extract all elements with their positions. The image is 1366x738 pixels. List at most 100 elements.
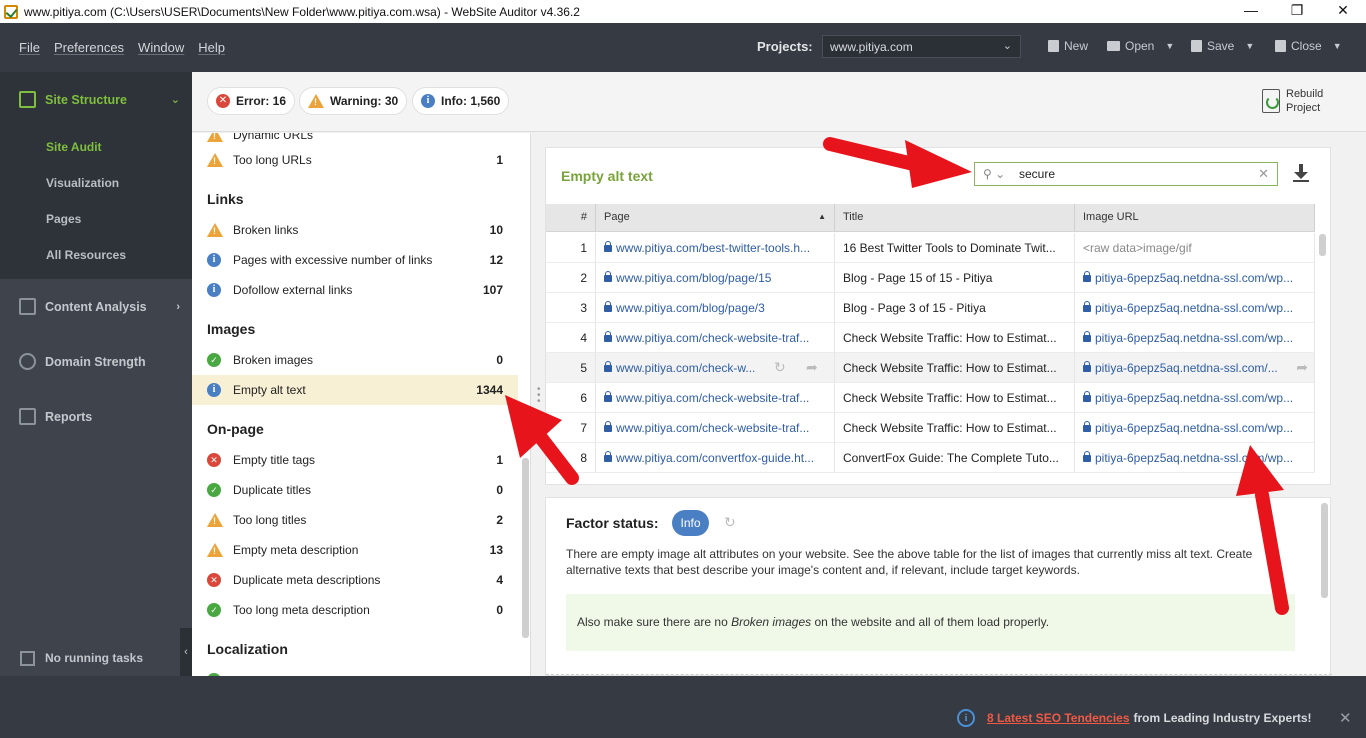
- list-item[interactable]: Duplicate titles 0: [192, 475, 518, 505]
- list-item[interactable]: Too long meta description 0: [192, 595, 518, 625]
- factor-scrollbar[interactable]: [1321, 503, 1328, 598]
- list-item[interactable]: Too long titles 2: [192, 505, 518, 535]
- info-icon: [421, 94, 435, 108]
- search-input[interactable]: [1019, 166, 1249, 182]
- sidebar-domain-strength[interactable]: Domain Strength: [0, 334, 192, 389]
- download-icon[interactable]: [1292, 164, 1310, 182]
- menu-help[interactable]: Help: [198, 40, 225, 55]
- page-link[interactable]: www.pitiya.com/check-website-traf...: [596, 383, 835, 412]
- sidebar-reports[interactable]: Reports: [0, 389, 192, 444]
- menu-file[interactable]: File: [19, 40, 40, 55]
- collapse-sidebar-button[interactable]: ‹: [180, 628, 192, 676]
- lock-icon: [1083, 361, 1091, 372]
- list-item[interactable]: Broken links 10: [192, 215, 518, 245]
- table-row[interactable]: 5 www.pitiya.com/check-w... ↻ ➦ Check Webs…: [546, 353, 1315, 383]
- new-button[interactable]: New: [1048, 39, 1088, 53]
- list-item[interactable]: Empty title tags 1: [192, 445, 518, 475]
- factor-status-title: Factor status:: [566, 515, 659, 531]
- close-promo-icon[interactable]: ✕: [1339, 709, 1352, 727]
- maximize-button[interactable]: ❐: [1274, 0, 1320, 23]
- image-url-link[interactable]: pitiya-6pepz5aq.netdna-ssl.com/... ➦: [1075, 353, 1315, 382]
- menu-preferences[interactable]: Preferences: [54, 40, 124, 55]
- page-link[interactable]: www.pitiya.com/best-twitter-tools.h...: [596, 233, 835, 262]
- lock-icon: [604, 241, 612, 252]
- open-link-icon[interactable]: ➦: [806, 359, 818, 376]
- image-url-link[interactable]: pitiya-6pepz5aq.netdna-ssl.com/wp...: [1075, 443, 1315, 472]
- image-url-link[interactable]: pitiya-6pepz5aq.netdna-ssl.com/wp...: [1075, 323, 1315, 352]
- list-item[interactable]: Pages with excessive number of links 12: [192, 245, 518, 275]
- table-row[interactable]: 7 www.pitiya.com/check-website-traf... C…: [546, 413, 1315, 443]
- sidebar-item-site-audit[interactable]: Site Audit: [0, 129, 192, 165]
- row-number: 2: [546, 263, 596, 292]
- column-header-page[interactable]: Page ▲: [596, 204, 835, 231]
- list-item[interactable]: Too long URLs 1: [192, 145, 518, 175]
- lock-icon: [604, 361, 612, 372]
- table-row[interactable]: 8 www.pitiya.com/convertfox-guide.ht... …: [546, 443, 1315, 473]
- issue-count: 0: [496, 353, 503, 367]
- save-button[interactable]: Save ▼: [1191, 39, 1254, 53]
- issue-list-scrollbar[interactable]: [522, 458, 529, 638]
- promo-link[interactable]: 8 Latest SEO Tendencies: [987, 711, 1130, 725]
- page-title-cell: 16 Best Twitter Tools to Dominate Twit..…: [835, 233, 1075, 262]
- page-link[interactable]: www.pitiya.com/check-website-traf...: [596, 413, 835, 442]
- project-select[interactable]: www.pitiya.com ⌄: [822, 35, 1021, 58]
- minimize-button[interactable]: —: [1228, 0, 1274, 23]
- sidebar-item-all-resources[interactable]: All Resources: [0, 237, 192, 273]
- clear-search-icon[interactable]: ✕: [1258, 166, 1269, 182]
- search-icon: ⚲ ⌄: [983, 167, 1006, 181]
- image-url-link[interactable]: pitiya-6pepz5aq.netdna-ssl.com/wp...: [1075, 413, 1315, 442]
- sidebar-site-structure[interactable]: Site Structure ⌄: [0, 72, 192, 127]
- promo-banner: i 8 Latest SEO Tendencies from Leading I…: [957, 709, 1312, 727]
- warning-badge[interactable]: Warning: 30: [299, 87, 408, 115]
- table-row[interactable]: 6 www.pitiya.com/check-website-traf... C…: [546, 383, 1315, 413]
- status-badge[interactable]: Info: [672, 510, 709, 536]
- sidebar-item-visualization[interactable]: Visualization: [0, 165, 192, 201]
- column-header-image-url[interactable]: Image URL: [1075, 204, 1315, 231]
- running-tasks-status[interactable]: No running tasks: [0, 640, 192, 676]
- open-link-icon[interactable]: ➦: [1296, 359, 1308, 376]
- list-item[interactable]: Dofollow external links 107: [192, 275, 518, 305]
- recheck-icon[interactable]: ↻: [774, 359, 786, 376]
- lock-icon: [604, 301, 612, 312]
- refresh-icon[interactable]: ↻: [724, 514, 736, 531]
- open-button[interactable]: Open ▼: [1107, 39, 1174, 53]
- list-item[interactable]: Broken images 0: [192, 345, 518, 375]
- column-header-number[interactable]: #: [546, 204, 596, 231]
- page-link[interactable]: www.pitiya.com/check-w... ↻ ➦: [596, 353, 835, 382]
- error-badge[interactable]: ✕ Error: 16: [207, 87, 296, 115]
- table-row[interactable]: 2 www.pitiya.com/blog/page/15 Blog - Pag…: [546, 263, 1315, 293]
- close-project-button[interactable]: Close ▼: [1275, 39, 1342, 53]
- panel-splitter-handle[interactable]: • • •: [537, 385, 541, 407]
- sidebar-item-pages[interactable]: Pages: [0, 201, 192, 237]
- rebuild-project-button[interactable]: Rebuild Project: [1262, 87, 1323, 115]
- list-item[interactable]: [192, 665, 518, 676]
- column-header-title[interactable]: Title: [835, 204, 1075, 231]
- table-row[interactable]: 3 www.pitiya.com/blog/page/3 Blog - Page…: [546, 293, 1315, 323]
- image-url-link[interactable]: pitiya-6pepz5aq.netdna-ssl.com/wp...: [1075, 383, 1315, 412]
- save-icon: [1191, 40, 1202, 52]
- table-scrollbar[interactable]: [1319, 234, 1326, 256]
- list-item[interactable]: Duplicate meta descriptions 4: [192, 565, 518, 595]
- error-icon: [207, 453, 221, 467]
- image-url-link[interactable]: pitiya-6pepz5aq.netdna-ssl.com/wp...: [1075, 293, 1315, 322]
- close-window-button[interactable]: ✕: [1320, 0, 1366, 23]
- image-url-link[interactable]: pitiya-6pepz5aq.netdna-ssl.com/wp...: [1075, 263, 1315, 292]
- row-number: 5: [546, 353, 596, 382]
- page-link[interactable]: www.pitiya.com/check-website-traf...: [596, 323, 835, 352]
- content-analysis-icon: [19, 298, 36, 315]
- broken-images-ref: Broken images: [731, 615, 812, 629]
- table-row[interactable]: 1 www.pitiya.com/best-twitter-tools.h...…: [546, 233, 1315, 263]
- sidebar: Site Structure ⌄ Site Audit Visualizatio…: [0, 72, 192, 676]
- table-row[interactable]: 4 www.pitiya.com/check-website-traf... C…: [546, 323, 1315, 353]
- menu-window[interactable]: Window: [138, 40, 184, 55]
- page-link[interactable]: www.pitiya.com/convertfox-guide.ht...: [596, 443, 835, 472]
- issue-count: 1: [496, 453, 503, 467]
- page-link[interactable]: www.pitiya.com/blog/page/3: [596, 293, 835, 322]
- page-link[interactable]: www.pitiya.com/blog/page/15: [596, 263, 835, 292]
- list-item-selected[interactable]: Empty alt text 1344: [192, 375, 518, 405]
- info-count: Info: 1,560: [441, 94, 501, 108]
- search-box[interactable]: ⚲ ⌄ ✕: [974, 162, 1278, 186]
- list-item[interactable]: Empty meta description 13: [192, 535, 518, 565]
- info-badge[interactable]: Info: 1,560: [412, 87, 510, 115]
- sidebar-content-analysis[interactable]: Content Analysis ›: [0, 279, 192, 334]
